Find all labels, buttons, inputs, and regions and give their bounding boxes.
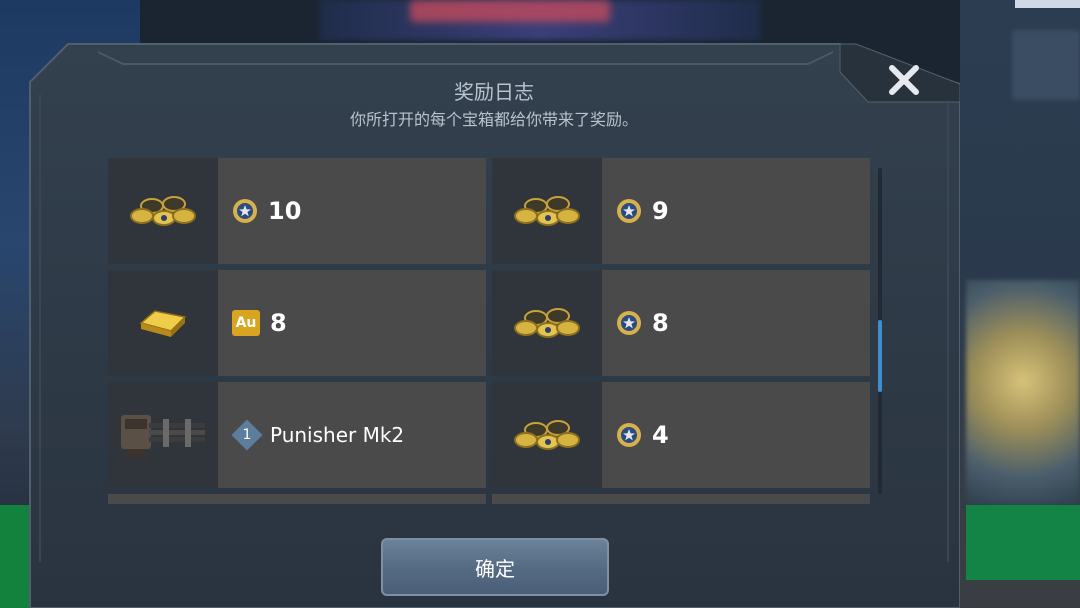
silver-coin-icon bbox=[233, 199, 257, 223]
next-row-peek bbox=[108, 494, 872, 504]
background-robot-card bbox=[966, 280, 1080, 505]
reward-amount: 9 bbox=[652, 197, 669, 225]
weapon-level-badge: 1 bbox=[231, 419, 263, 451]
silver-coin-icon bbox=[617, 423, 641, 447]
reward-amount: 8 bbox=[270, 309, 287, 337]
silver-coin-icon bbox=[617, 199, 641, 223]
gold-currency-label: Au bbox=[235, 315, 257, 331]
reward-card: 9 bbox=[492, 158, 870, 264]
dialog-subtitle: 你所打开的每个宝箱都给你带来了奖励。 bbox=[349, 110, 638, 129]
background-right-green-button bbox=[966, 505, 1080, 580]
background-top-title bbox=[410, 0, 610, 22]
silver-coins-pile-icon bbox=[492, 382, 602, 488]
close-button[interactable] bbox=[880, 56, 928, 104]
silver-coins-pile-icon bbox=[492, 270, 602, 376]
silver-coins-pile-icon bbox=[492, 158, 602, 264]
close-icon bbox=[889, 65, 919, 95]
scrollbar-thumb[interactable] bbox=[878, 320, 882, 392]
gold-au-icon: Au bbox=[232, 310, 260, 336]
background-right-button bbox=[1012, 30, 1080, 100]
reward-card: 8 bbox=[492, 270, 870, 376]
reward-card: Au 8 bbox=[108, 270, 486, 376]
dialog-title: 奖励日志 bbox=[454, 80, 534, 104]
gatling-weapon-icon bbox=[108, 382, 218, 488]
reward-card: 10 bbox=[108, 158, 486, 264]
reward-list[interactable]: 10 9 Au 8 8 1 Punisher Mk2 4 bbox=[108, 158, 872, 504]
reward-card: 1 Punisher Mk2 bbox=[108, 382, 486, 488]
gold-bar-icon bbox=[108, 270, 218, 376]
weapon-name: Punisher Mk2 bbox=[270, 423, 405, 447]
reward-list-scrollbar[interactable] bbox=[878, 168, 882, 494]
silver-coins-pile-icon bbox=[108, 158, 218, 264]
background-right-top-bar bbox=[1015, 0, 1080, 8]
weapon-level-value: 1 bbox=[242, 427, 252, 443]
confirm-button[interactable]: 确定 bbox=[381, 538, 609, 596]
reward-amount: 8 bbox=[652, 309, 669, 337]
reward-log-dialog: 奖励日志 你所打开的每个宝箱都给你带来了奖励。 10 9 Au 8 8 1 Pu… bbox=[28, 42, 960, 608]
reward-amount: 4 bbox=[652, 421, 669, 449]
reward-amount: 10 bbox=[268, 197, 302, 225]
reward-card: 4 bbox=[492, 382, 870, 488]
silver-coin-icon bbox=[617, 311, 641, 335]
